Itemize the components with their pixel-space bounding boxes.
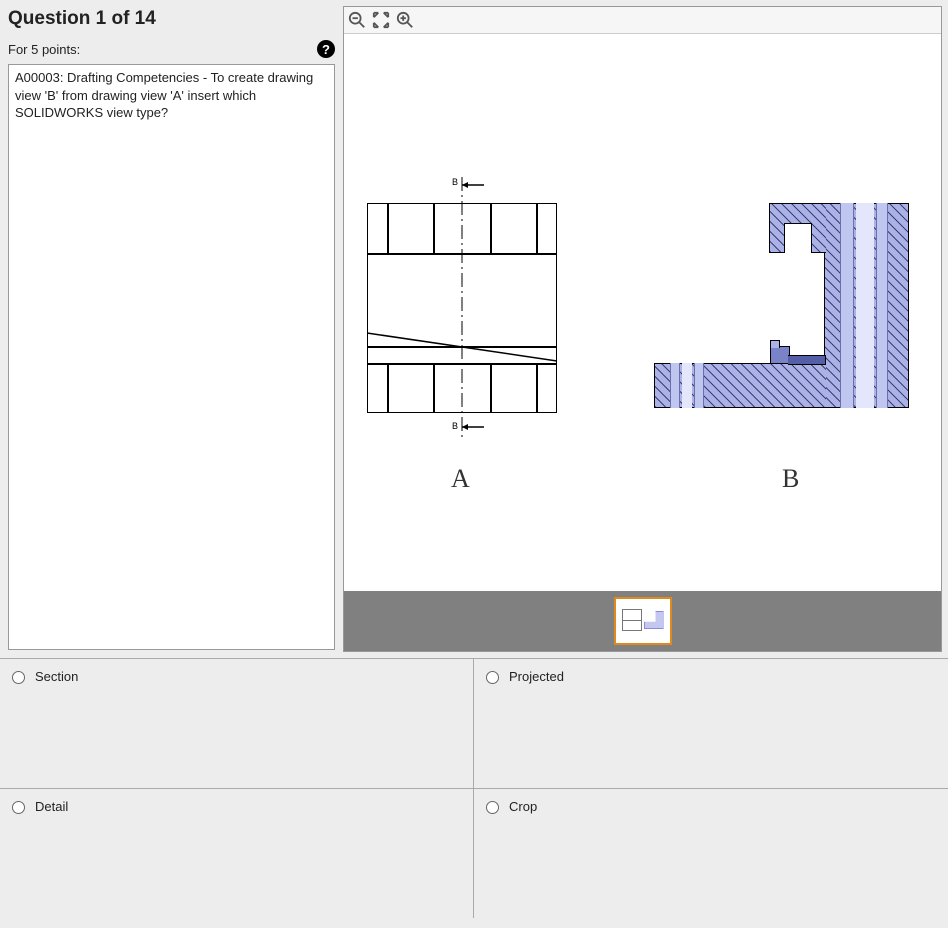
- radio-icon: [486, 671, 499, 684]
- image-viewer: B B: [343, 6, 942, 652]
- help-icon[interactable]: ?: [317, 40, 335, 58]
- question-title: Question 1 of 14: [8, 8, 335, 30]
- drawing-canvas[interactable]: B B: [344, 34, 941, 591]
- thumbnail-strip: [344, 591, 941, 651]
- drawing-view-a: B B: [367, 203, 557, 413]
- radio-icon: [486, 801, 499, 814]
- answer-label: Section: [35, 669, 78, 684]
- answer-label: Detail: [35, 799, 68, 814]
- view-b-label: B: [782, 464, 799, 494]
- thumbnail-1[interactable]: [614, 597, 672, 645]
- question-prompt: A00003: Drafting Competencies - To creat…: [8, 64, 335, 650]
- answer-label: Crop: [509, 799, 537, 814]
- question-panel: Question 1 of 14 For 5 points: ? A00003:…: [0, 0, 343, 658]
- answer-option-projected[interactable]: Projected: [474, 658, 948, 788]
- answer-label: Projected: [509, 669, 564, 684]
- section-mark-bottom: B: [452, 421, 458, 431]
- points-text: For 5 points:: [8, 42, 80, 57]
- zoom-in-icon[interactable]: [394, 9, 416, 31]
- section-mark-top: B: [452, 177, 458, 187]
- drawing-view-b: [654, 203, 909, 408]
- points-row: For 5 points: ?: [8, 40, 335, 58]
- answer-grid: Section Projected Detail Crop: [0, 658, 948, 918]
- radio-icon: [12, 671, 25, 684]
- zoom-out-icon[interactable]: [346, 9, 368, 31]
- answer-option-detail[interactable]: Detail: [0, 788, 474, 918]
- radio-icon: [12, 801, 25, 814]
- answer-option-crop[interactable]: Crop: [474, 788, 948, 918]
- view-a-label: A: [451, 464, 470, 494]
- answer-option-section[interactable]: Section: [0, 658, 474, 788]
- viewer-toolbar: [344, 7, 941, 34]
- fit-icon[interactable]: [370, 9, 392, 31]
